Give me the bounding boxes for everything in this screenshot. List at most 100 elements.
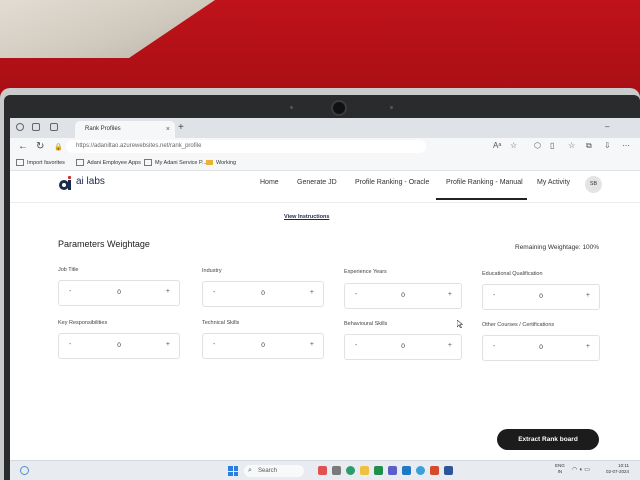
powerpoint-icon[interactable] <box>430 466 439 475</box>
increment-button[interactable]: + <box>310 289 314 296</box>
param-label-experience-years: Experience Years <box>344 269 387 275</box>
workspaces-icon[interactable] <box>32 123 40 131</box>
language-indicator[interactable]: ENG IN <box>555 463 565 475</box>
experience-years-stepper: - 0 + <box>344 283 462 309</box>
edge-browser-icon[interactable] <box>346 466 355 475</box>
bookmark-employee-apps[interactable]: Adani Employee Apps <box>76 158 141 168</box>
remaining-weightage: Remaining Weightage: 100% <box>515 244 600 251</box>
close-tab-icon[interactable]: × <box>166 121 170 138</box>
bookmark-icon <box>76 159 84 167</box>
technical-skills-stepper: - 0 + <box>202 333 324 359</box>
favorite-star-icon[interactable]: ☆ <box>510 141 517 150</box>
nav-generate-jd[interactable]: Generate JD <box>297 179 337 186</box>
nav-my-activity[interactable]: My Activity <box>537 179 570 186</box>
search-icon: ⌕ <box>248 467 252 474</box>
increment-button[interactable]: + <box>166 288 170 295</box>
outlook-icon[interactable] <box>402 466 411 475</box>
new-tab-button[interactable]: + <box>178 121 184 135</box>
header-divider <box>10 202 640 203</box>
windows-start-icon[interactable] <box>228 466 238 476</box>
lock-icon[interactable]: 🔒 <box>54 142 63 154</box>
increment-button[interactable]: + <box>448 291 452 298</box>
nav-home[interactable]: Home <box>260 179 279 186</box>
bookmarks-bar: Import favorites Adani Employee Apps My … <box>10 156 640 171</box>
app-icon-8[interactable] <box>416 466 425 475</box>
param-label-key-responsibilities: Key Responsibilities <box>58 320 108 326</box>
logo-text: ai labs <box>76 176 105 187</box>
increment-button[interactable]: + <box>448 342 452 349</box>
file-explorer-icon[interactable] <box>360 466 369 475</box>
stepper-value[interactable]: 0 <box>345 343 461 350</box>
nav-profile-ranking-oracle[interactable]: Profile Ranking - Oracle <box>355 179 429 186</box>
split-screen-icon[interactable]: ▯ <box>550 141 554 150</box>
extract-rank-board-button[interactable]: Extract Rank board <box>497 429 599 450</box>
stepper-value[interactable]: 0 <box>345 292 461 299</box>
bookmark-service-portal[interactable]: My Adani Service P... <box>144 158 207 168</box>
app-page: ai labs Home Generate JD Profile Ranking… <box>10 171 640 460</box>
job-title-stepper: - 0 + <box>58 280 180 306</box>
educational-qualification-stepper: - 0 + <box>482 284 600 310</box>
tab-actions-icon[interactable] <box>50 123 58 131</box>
collections-icon[interactable]: ⧉ <box>586 141 592 151</box>
browser-tab[interactable]: Rank Profiles × <box>75 121 175 138</box>
increment-button[interactable]: + <box>586 292 590 299</box>
section-title: Parameters Weightage <box>58 239 150 249</box>
param-label-educational-qualification: Educational Qualification <box>482 271 543 277</box>
stepper-value[interactable]: 0 <box>483 344 599 351</box>
increment-button[interactable]: + <box>166 341 170 348</box>
webcam-icon <box>333 102 345 114</box>
system-tray-icons[interactable]: ◠ ◖ ▭ <box>572 466 590 473</box>
back-icon[interactable]: ← <box>18 141 28 153</box>
stepper-value[interactable]: 0 <box>203 290 323 297</box>
bookmark-icon <box>16 159 24 167</box>
other-courses-stepper: - 0 + <box>482 335 600 361</box>
taskbar-search[interactable]: ⌕ Search <box>244 465 304 477</box>
sensor-dot <box>390 106 393 109</box>
profile-icon[interactable] <box>16 123 24 131</box>
minimize-icon[interactable]: – <box>605 122 609 131</box>
bookmark-import-favorites[interactable]: Import favorites <box>16 158 65 168</box>
browser-tab-bar: Rank Profiles × + – <box>10 118 640 138</box>
param-label-industry: Industry <box>202 268 222 274</box>
param-label-behavioural-skills: Behavioural Skills <box>344 321 388 327</box>
view-instructions-link[interactable]: View Instructions <box>284 214 329 220</box>
extension-icon[interactable]: ⬡ <box>534 141 541 150</box>
industry-stepper: - 0 + <box>202 281 324 307</box>
stepper-value[interactable]: 0 <box>203 342 323 349</box>
browser-address-bar: ← ↻ 🔒 https://adaniltao.azurewebsites.ne… <box>10 138 640 156</box>
param-label-technical-skills: Technical Skills <box>202 320 240 326</box>
param-label-job-title: Job Title <box>58 267 79 273</box>
app-icon-1[interactable] <box>318 466 327 475</box>
favorites-icon[interactable]: ☆ <box>568 141 575 150</box>
stepper-value[interactable]: 0 <box>59 342 179 349</box>
read-aloud-icon[interactable]: Aᵃ <box>493 141 501 150</box>
param-label-other-courses: Other Courses / Certifications <box>482 322 555 328</box>
screen: Rank Profiles × + – ← ↻ 🔒 https://adanil… <box>10 118 640 480</box>
tab-title: Rank Profiles <box>85 126 121 132</box>
stepper-value[interactable]: 0 <box>483 293 599 300</box>
ai-labs-logo-icon <box>59 175 72 190</box>
downloads-icon[interactable]: ⇩ <box>604 141 611 150</box>
nav-profile-ranking-manual[interactable]: Profile Ranking - Manual <box>446 179 523 186</box>
taskbar: ⌕ Search ENG IN ◠ ◖ ▭ 10:11 02-07-2024 <box>10 460 640 480</box>
increment-button[interactable]: + <box>310 341 314 348</box>
avatar[interactable]: SB <box>585 176 602 193</box>
url-field[interactable]: https://adaniltao.azurewebsites.net/rank… <box>66 140 426 153</box>
behavioural-skills-stepper: - 0 + <box>344 334 462 360</box>
system-clock[interactable]: 10:11 02-07-2024 <box>606 463 629 475</box>
teams-icon[interactable] <box>388 466 397 475</box>
widgets-icon[interactable] <box>20 466 29 475</box>
sensor-dot <box>290 106 293 109</box>
active-nav-indicator <box>436 198 527 200</box>
app-icon-2[interactable] <box>332 466 341 475</box>
excel-icon[interactable] <box>374 466 383 475</box>
word-icon[interactable] <box>444 466 453 475</box>
key-responsibilities-stepper: - 0 + <box>58 333 180 359</box>
mouse-cursor-icon <box>457 320 463 328</box>
folder-icon <box>206 160 213 166</box>
refresh-icon[interactable]: ↻ <box>36 141 44 153</box>
stepper-value[interactable]: 0 <box>59 289 179 296</box>
more-icon[interactable]: ⋯ <box>622 141 630 150</box>
bookmark-working-folder[interactable]: Working <box>206 158 236 168</box>
increment-button[interactable]: + <box>586 343 590 350</box>
